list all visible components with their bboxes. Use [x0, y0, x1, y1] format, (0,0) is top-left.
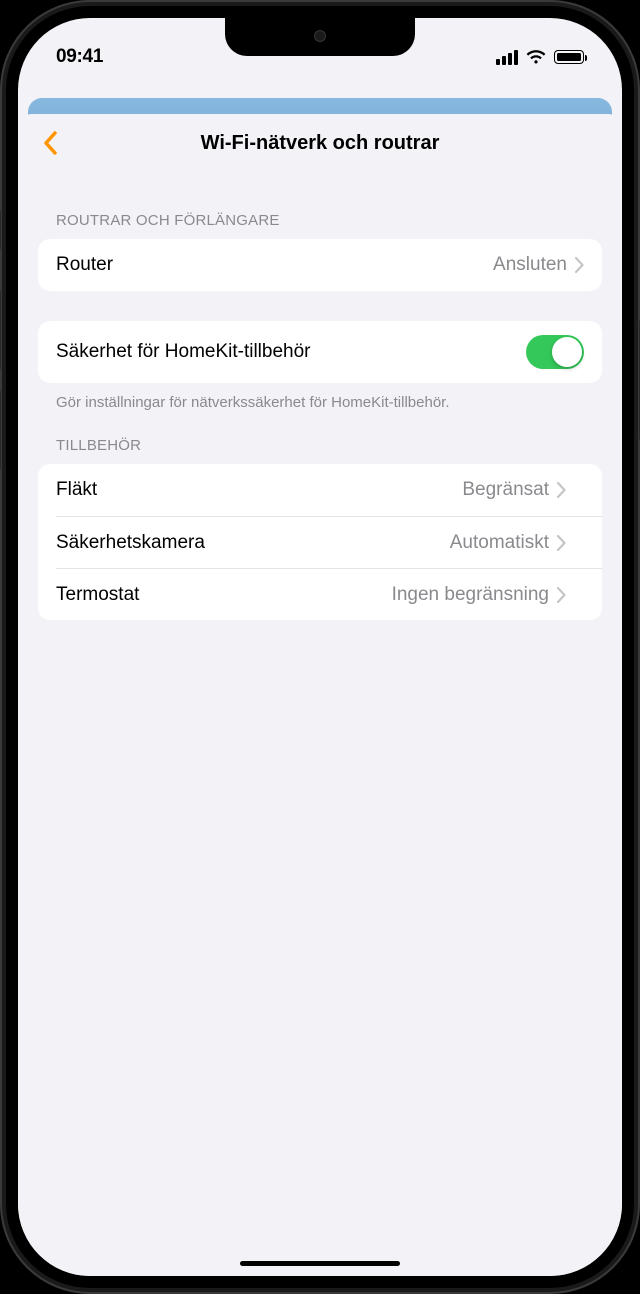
home-indicator[interactable]	[240, 1261, 400, 1266]
security-label: Säkerhet för HomeKit-tillbehör	[56, 341, 311, 363]
accessory-row-camera[interactable]: Säkerhetskamera Automatiskt	[56, 516, 602, 568]
security-card: Säkerhet för HomeKit-tillbehör	[38, 321, 602, 383]
cellular-signal-icon	[496, 50, 518, 65]
accessories-card: Fläkt Begränsat Säkerhetskamera Automati…	[38, 464, 602, 620]
chevron-right-icon	[557, 482, 566, 498]
chevron-right-icon	[557, 587, 566, 603]
accessory-value: Ingen begränsning	[392, 584, 549, 606]
accessory-label: Säkerhetskamera	[56, 532, 205, 554]
accessory-value: Begränsat	[462, 479, 549, 501]
router-status: Ansluten	[493, 254, 567, 276]
chevron-left-icon	[42, 131, 58, 155]
accessory-label: Fläkt	[56, 479, 97, 501]
battery-icon	[554, 50, 584, 64]
page-title: Wi-Fi-nätverk och routrar	[201, 132, 440, 155]
security-footer: Gör inställningar för nätverkssäkerhet f…	[38, 383, 602, 413]
accessory-row-fan[interactable]: Fläkt Begränsat	[38, 464, 602, 516]
nav-bar: Wi-Fi-nätverk och routrar	[18, 114, 622, 172]
security-toggle-row: Säkerhet för HomeKit-tillbehör	[38, 321, 602, 383]
section-header-accessories: TILLBEHÖR	[38, 413, 602, 464]
accessory-row-thermostat[interactable]: Termostat Ingen begränsning	[56, 568, 602, 620]
settings-sheet: Wi-Fi-nätverk och routrar ROUTRAR OCH FÖ…	[18, 114, 622, 1276]
phone-frame: 09:41 Wi-Fi-nätverk och routrar ROUT	[0, 0, 640, 1294]
chevron-right-icon	[557, 535, 566, 551]
routers-card: Router Ansluten	[38, 239, 602, 291]
security-toggle[interactable]	[526, 335, 584, 369]
router-label: Router	[56, 254, 113, 276]
wifi-icon	[526, 50, 546, 65]
accessory-label: Termostat	[56, 584, 139, 606]
section-header-routers: ROUTRAR OCH FÖRLÄNGARE	[38, 172, 602, 239]
volume-down	[0, 390, 1, 470]
volume-up	[0, 290, 1, 370]
chevron-right-icon	[575, 257, 584, 273]
back-button[interactable]	[30, 123, 70, 163]
status-time: 09:41	[56, 46, 103, 68]
router-row[interactable]: Router Ansluten	[38, 239, 602, 291]
notch	[225, 18, 415, 56]
mute-switch	[0, 210, 1, 250]
accessory-value: Automatiskt	[450, 532, 549, 554]
